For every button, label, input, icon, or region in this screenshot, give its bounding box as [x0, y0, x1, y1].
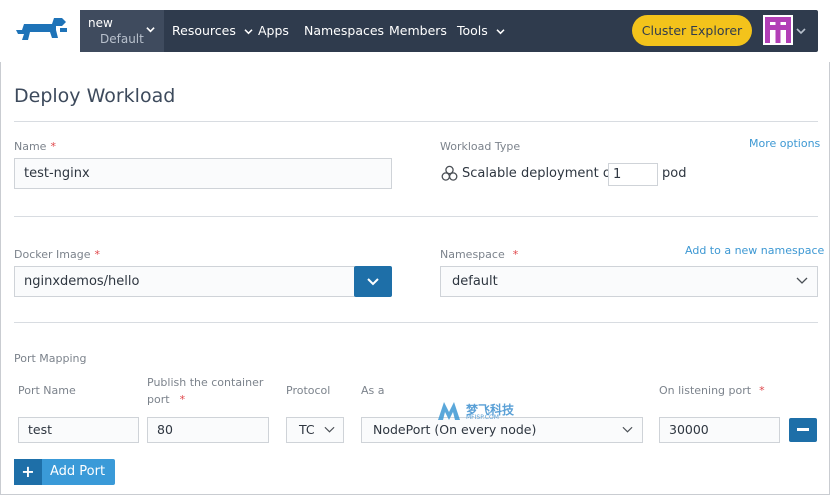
- nav-apps[interactable]: Apps: [258, 23, 289, 38]
- protocol-value: TC: [299, 422, 315, 437]
- user-avatar-icon[interactable]: [763, 15, 793, 45]
- remove-port-button[interactable]: [789, 418, 817, 442]
- pod-count-input[interactable]: 1: [608, 163, 658, 186]
- listening-port-column-header: On listening port *: [659, 384, 765, 397]
- chevron-down-icon: [367, 278, 379, 286]
- required-marker: *: [512, 248, 519, 261]
- publish-port-line2-text: port: [147, 393, 170, 406]
- divider: [14, 216, 818, 217]
- add-namespace-link[interactable]: Add to a new namespace: [685, 244, 824, 257]
- chevron-down-icon: [324, 426, 335, 433]
- top-bar: new Default Resources Apps Namespaces Me…: [0, 0, 830, 62]
- required-marker: *: [759, 384, 765, 397]
- chevron-down-icon: [622, 426, 633, 433]
- add-port-label: Add Port: [50, 464, 106, 479]
- more-options-link[interactable]: More options: [749, 137, 820, 150]
- namespace-label: Namespace *: [440, 248, 518, 261]
- watermark-subtext: MFISP.COM: [466, 414, 499, 421]
- port-name-column-header: Port Name: [18, 384, 76, 397]
- namespace-value: default: [452, 274, 498, 289]
- docker-image-dropdown-button[interactable]: [354, 266, 392, 297]
- protocol-column-header: Protocol: [286, 384, 331, 397]
- main-navbar: new Default Resources Apps Namespaces Me…: [80, 10, 818, 52]
- name-label-text: Name: [14, 140, 47, 153]
- chevron-down-icon[interactable]: [796, 27, 806, 35]
- workload-type-label: Workload Type: [440, 140, 521, 153]
- port-mapping-label: Port Mapping: [14, 352, 87, 365]
- nav-namespaces-label: Namespaces: [304, 23, 385, 38]
- scalable-deployment-text: Scalable deployment of: [462, 166, 616, 181]
- name-label: Name *: [14, 140, 56, 153]
- nav-resources[interactable]: Resources: [172, 23, 253, 38]
- chevron-down-icon: [146, 27, 155, 33]
- namespace-label-text: Namespace: [440, 248, 505, 261]
- nav-resources-label: Resources: [172, 23, 236, 38]
- cluster-name: new: [88, 16, 113, 30]
- cluster-project-switcher[interactable]: new Default: [80, 10, 164, 52]
- project-name: Default: [100, 32, 144, 46]
- required-marker: *: [50, 140, 56, 153]
- chevron-down-icon: [496, 29, 505, 35]
- nav-tools[interactable]: Tools: [457, 23, 505, 38]
- port-name-input[interactable]: test: [18, 417, 139, 443]
- nav-tools-label: Tools: [457, 23, 488, 38]
- chevron-down-icon: [796, 277, 808, 284]
- docker-image-input[interactable]: nginxdemos/hello: [14, 266, 355, 297]
- required-marker: *: [179, 393, 186, 406]
- add-port-button[interactable]: + Add Port: [14, 459, 115, 485]
- cluster-explorer-button[interactable]: Cluster Explorer: [632, 15, 752, 46]
- container-port-input[interactable]: 80: [147, 417, 269, 443]
- chevron-down-icon: [244, 29, 253, 35]
- required-marker: *: [94, 248, 100, 261]
- service-type-select[interactable]: NodePort (On every node): [361, 417, 643, 443]
- minus-icon: [797, 428, 809, 431]
- docker-image-label-text: Docker Image: [14, 248, 91, 261]
- rancher-logo-icon[interactable]: [12, 14, 70, 48]
- name-input[interactable]: test-nginx: [14, 158, 392, 189]
- listening-port-input[interactable]: 30000: [659, 417, 780, 443]
- nav-members[interactable]: Members: [389, 23, 447, 38]
- plus-icon: +: [14, 459, 42, 485]
- divider: [14, 121, 818, 122]
- publish-port-column-header-line2: port *: [147, 393, 185, 406]
- publish-port-column-header-line1: Publish the container: [147, 376, 264, 389]
- as-a-column-header: As a: [361, 384, 385, 397]
- listening-port-header-text: On listening port: [659, 384, 752, 397]
- watermark-logo-icon: [438, 402, 460, 420]
- pod-suffix-text: pod: [662, 166, 687, 181]
- protocol-select[interactable]: TC: [286, 417, 344, 443]
- page-title: Deploy Workload: [14, 85, 176, 107]
- deployment-icon: [441, 165, 458, 181]
- namespace-select[interactable]: default: [440, 266, 818, 297]
- docker-image-label: Docker Image *: [14, 248, 100, 261]
- divider: [14, 322, 818, 323]
- nav-apps-label: Apps: [258, 23, 289, 38]
- service-type-value: NodePort (On every node): [373, 422, 537, 437]
- nav-namespaces[interactable]: Namespaces: [304, 23, 384, 38]
- nav-members-label: Members: [389, 23, 447, 38]
